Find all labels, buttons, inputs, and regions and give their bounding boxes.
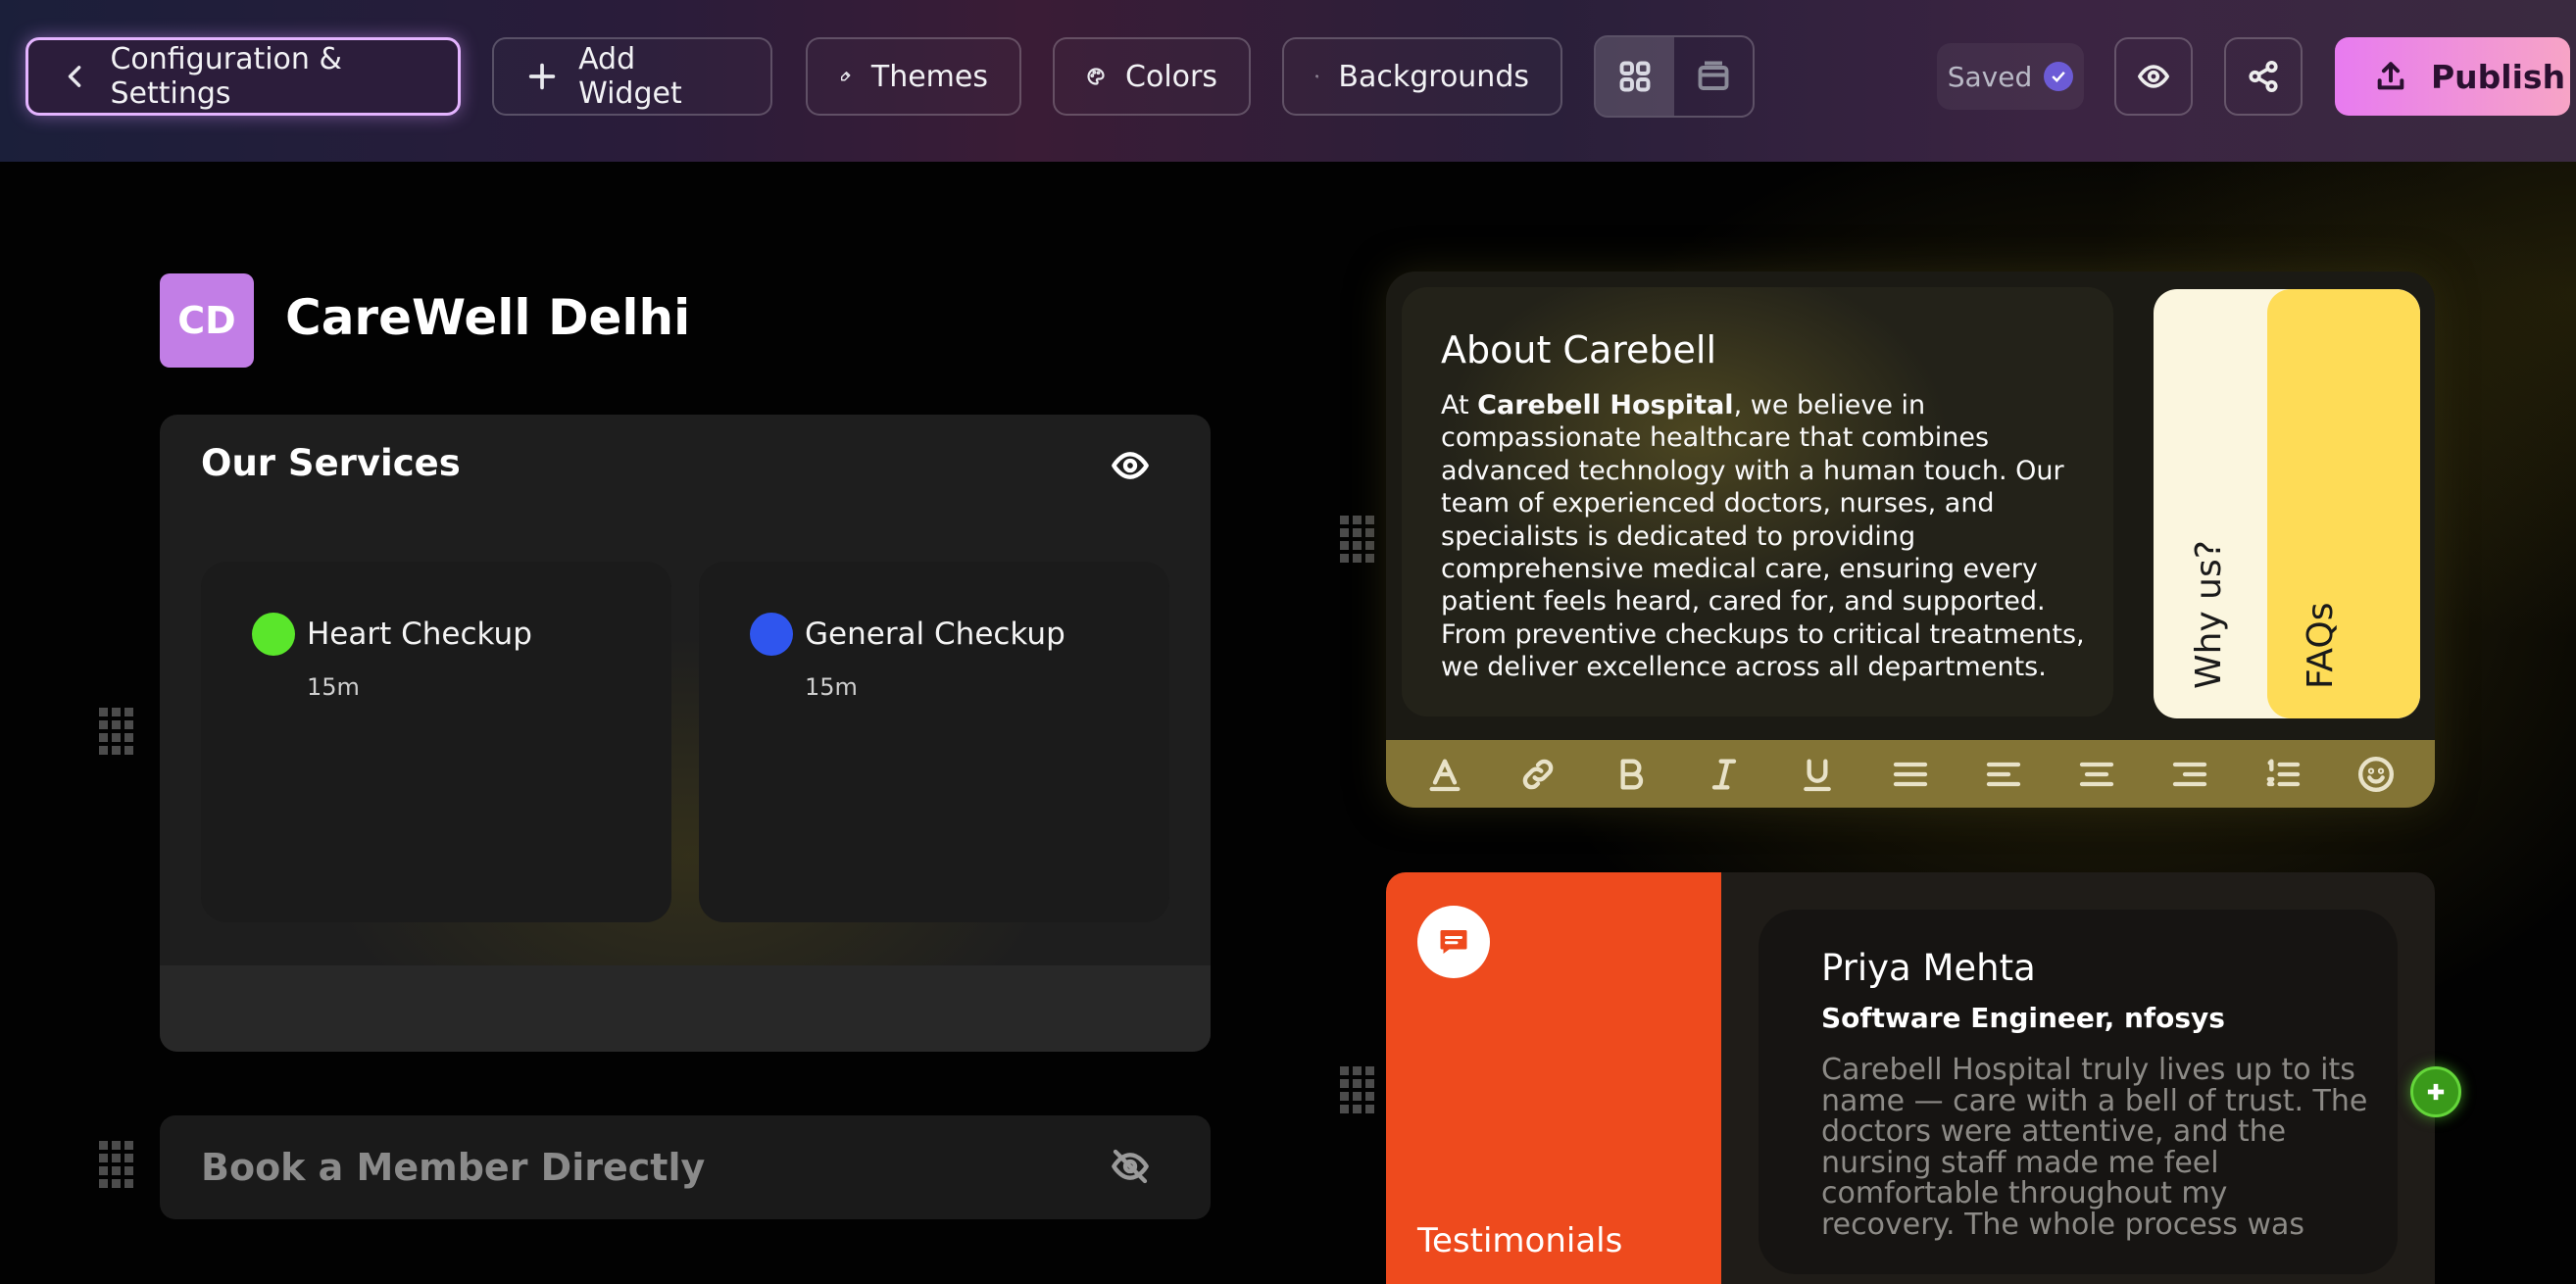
- saved-label: Saved: [1947, 60, 2033, 93]
- themes-button[interactable]: Themes: [806, 37, 1021, 116]
- about-body-rest: , we believe in compassionate healthcare…: [1441, 390, 2085, 683]
- testimonial-card[interactable]: Priya Mehta Software Engineer, nfosys Ca…: [1759, 910, 2398, 1274]
- link-icon[interactable]: [1518, 755, 1558, 794]
- eye-icon: [1112, 452, 1149, 479]
- publish-button[interactable]: Publish: [2335, 37, 2570, 116]
- about-tabs: Why us? FAQs: [2154, 289, 2420, 718]
- top-toolbar: Configuration & Settings Add Widget Them…: [0, 0, 2576, 162]
- about-title: About Carebell: [1441, 328, 1717, 371]
- service-card[interactable]: Heart Checkup 15m: [201, 562, 671, 922]
- plus-icon: [528, 63, 556, 90]
- emoji-icon[interactable]: [2356, 755, 2396, 794]
- stack-layout-button[interactable]: [1674, 37, 1753, 116]
- preview-button[interactable]: [2114, 37, 2193, 116]
- text-editor-toolbar: [1386, 740, 2435, 808]
- backgrounds-icon: [1315, 74, 1319, 78]
- align-center-icon[interactable]: [2077, 755, 2116, 794]
- check-icon: [2044, 62, 2074, 91]
- backgrounds-button[interactable]: Backgrounds: [1282, 37, 1562, 116]
- testimonials-widget: Testimonials Priya Mehta Software Engine…: [1386, 872, 2435, 1284]
- grid-layout-button[interactable]: [1596, 37, 1674, 116]
- services-widget: Our Services Heart Checkup 15m General C…: [160, 415, 1211, 1052]
- drag-handle-icon[interactable]: [99, 1141, 134, 1194]
- drag-handle-icon[interactable]: [99, 708, 134, 761]
- tab-faqs-label: FAQs: [2301, 602, 2341, 690]
- book-member-widget[interactable]: Book a Member Directly: [160, 1115, 1211, 1219]
- align-right-icon[interactable]: [2170, 755, 2209, 794]
- themes-label: Themes: [870, 59, 988, 94]
- about-body-bold: Carebell Hospital: [1477, 390, 1734, 420]
- backgrounds-label: Backgrounds: [1338, 59, 1529, 94]
- book-member-label: Book a Member Directly: [201, 1146, 706, 1189]
- publish-label: Publish: [2431, 57, 2566, 96]
- numbered-list-icon[interactable]: [2263, 755, 2303, 794]
- toggle-visibility-button[interactable]: [1101, 1137, 1160, 1196]
- services-title: Our Services: [201, 442, 461, 484]
- chat-bubble-icon: [1417, 906, 1490, 978]
- configuration-settings-label: Configuration & Settings: [110, 42, 342, 111]
- underline-icon[interactable]: [1798, 755, 1837, 794]
- drag-handle-icon[interactable]: [1340, 1066, 1375, 1119]
- layout-toggle: [1594, 35, 1755, 118]
- colors-button[interactable]: Colors: [1053, 37, 1251, 116]
- upload-icon: [2377, 62, 2404, 90]
- testimonials-panel: Testimonials: [1386, 872, 1721, 1284]
- eye-icon: [2137, 65, 2170, 88]
- grid-layout-icon: [1619, 61, 1651, 92]
- add-widget-label: Add Widget: [578, 42, 682, 111]
- service-color-dot: [750, 613, 793, 656]
- testimonial-text: Carebell Hospital truly lives up to its …: [1821, 1053, 2368, 1242]
- service-name: General Checkup: [805, 617, 1065, 652]
- tab-why-us-label: Why us?: [2189, 540, 2229, 689]
- brush-icon: [840, 72, 851, 81]
- about-body-prefix: At: [1441, 390, 1478, 420]
- tab-why-us[interactable]: Why us?: [2154, 289, 2267, 718]
- service-duration: 15m: [307, 673, 360, 701]
- tab-faqs[interactable]: FAQs: [2267, 289, 2420, 718]
- add-widget-button[interactable]: Add Widget: [492, 37, 772, 116]
- saved-status: Saved: [1937, 43, 2084, 110]
- bold-icon[interactable]: [1611, 755, 1651, 794]
- colors-label: Colors: [1125, 59, 1217, 94]
- palette-icon: [1087, 68, 1105, 85]
- plus-icon: [2427, 1083, 2445, 1101]
- service-card[interactable]: General Checkup 15m: [699, 562, 1169, 922]
- about-card[interactable]: About Carebell At Carebell Hospital, we …: [1402, 287, 2113, 716]
- testimonials-label: Testimonials: [1417, 1221, 1623, 1260]
- services-footer: [160, 965, 1211, 1052]
- service-name: Heart Checkup: [307, 617, 532, 652]
- avatar-initials: CD: [177, 299, 236, 342]
- testimonial-role: Software Engineer, nfosys: [1821, 1002, 2225, 1034]
- avatar[interactable]: CD: [160, 273, 254, 368]
- testimonial-author: Priya Mehta: [1821, 947, 2036, 989]
- service-duration: 15m: [805, 673, 858, 701]
- drag-handle-icon[interactable]: [1340, 516, 1375, 568]
- toggle-visibility-button[interactable]: [1101, 436, 1160, 495]
- eye-off-icon: [1112, 1149, 1149, 1184]
- align-left-icon[interactable]: [1984, 755, 2023, 794]
- share-button[interactable]: [2224, 37, 2303, 116]
- stack-layout-icon: [1698, 61, 1729, 90]
- share-icon: [2249, 60, 2278, 93]
- page-title: CareWell Delhi: [285, 289, 691, 346]
- configuration-settings-button[interactable]: Configuration & Settings: [25, 37, 461, 116]
- add-testimonial-button[interactable]: [2410, 1066, 2461, 1117]
- justify-icon[interactable]: [1891, 755, 1930, 794]
- about-body[interactable]: At Carebell Hospital, we believe in comp…: [1441, 389, 2088, 684]
- about-widget: About Carebell At Carebell Hospital, we …: [1386, 272, 2435, 808]
- service-color-dot: [252, 613, 295, 656]
- text-color-icon[interactable]: [1425, 755, 1464, 794]
- italic-icon[interactable]: [1705, 755, 1744, 794]
- chevron-left-icon: [68, 66, 81, 87]
